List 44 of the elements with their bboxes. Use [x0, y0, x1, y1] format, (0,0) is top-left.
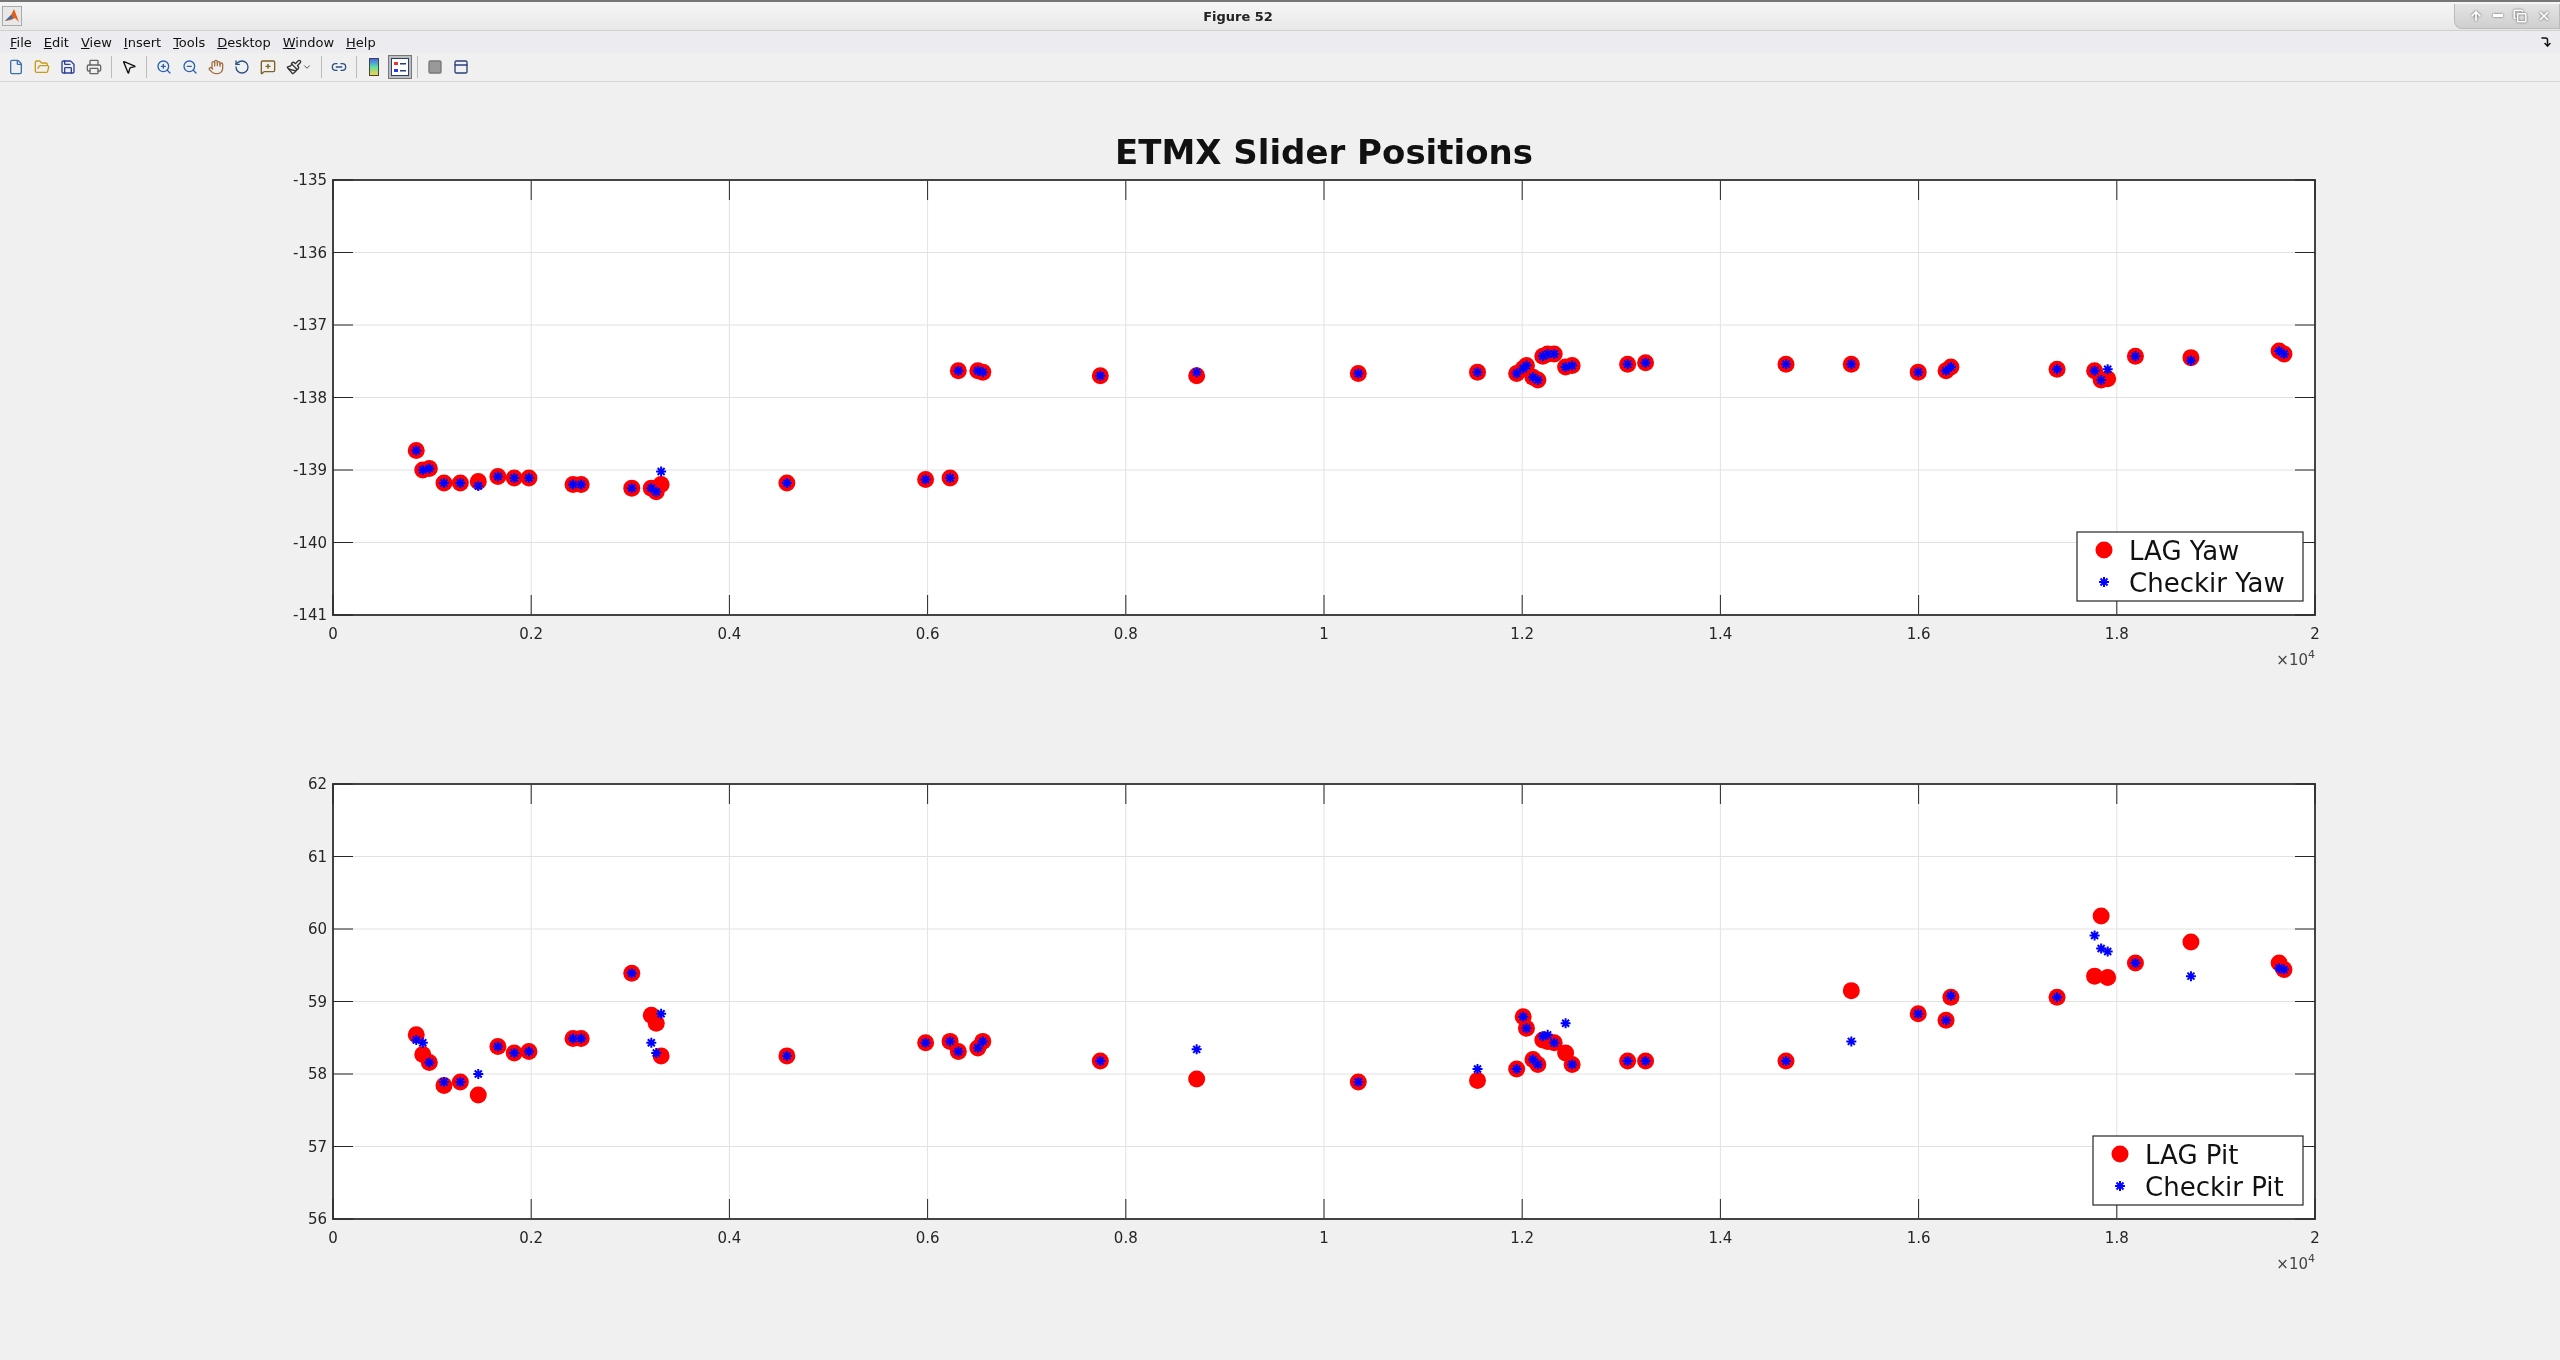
tick-label: 60: [307, 920, 327, 938]
tick-label: 62: [307, 775, 327, 793]
tick-label: 1: [1319, 625, 1329, 643]
tick-label: -140: [292, 533, 327, 552]
tick-label: 2: [2310, 625, 2320, 643]
tick-label: 1.4: [1708, 625, 1733, 643]
tick-label: 1: [1319, 1229, 1329, 1247]
tick-label: -141: [292, 606, 327, 624]
axis-multiplier: ×10$^{4}$: [2276, 648, 2315, 669]
window-title: Figure 52: [1202, 8, 1274, 24]
tick-label: 61: [307, 847, 327, 866]
tick-label: 1.8: [2104, 625, 2129, 643]
tick-label: 56: [307, 1210, 327, 1228]
legend-label: Checkir Yaw: [2129, 568, 2285, 598]
tick-label: 0.4: [717, 625, 742, 643]
tick-label: 1.6: [1906, 1229, 1931, 1247]
tick-label: 0.6: [915, 1229, 940, 1247]
tick-label: 0.2: [519, 1229, 544, 1247]
tick-label: 1.2: [1510, 1229, 1535, 1247]
chart-title: ETMX Slider Positions: [1115, 132, 1533, 172]
tick-label: -136: [292, 243, 327, 262]
tick-label: 0.4: [717, 1229, 742, 1247]
tick-label: 1.6: [1906, 625, 1931, 643]
tick-label: 59: [307, 992, 327, 1011]
tick-label: 0: [328, 625, 338, 643]
tick-label: -139: [292, 461, 327, 479]
tick-label: -137: [292, 316, 327, 334]
tick-label: 0: [328, 1229, 338, 1247]
tick-label: 2: [2310, 1229, 2320, 1247]
legend-label: LAG Pit: [2145, 1140, 2239, 1170]
tick-label: 0.2: [519, 625, 544, 643]
tick-label: 0.8: [1113, 1229, 1138, 1247]
legend-label: LAG Yaw: [2129, 536, 2240, 566]
tick-label: 1.2: [1510, 625, 1535, 643]
tick-label: -138: [292, 388, 327, 407]
tick-label: 0.8: [1113, 625, 1138, 643]
tick-label: -135: [292, 171, 327, 189]
tick-label: 1.4: [1708, 1229, 1733, 1247]
tick-label: 57: [307, 1137, 327, 1156]
tick-label: 1.8: [2104, 1229, 2129, 1247]
tick-label: 58: [307, 1065, 327, 1083]
legend-label: Checkir Pit: [2145, 1172, 2284, 1202]
axis-multiplier: ×10$^{4}$: [2276, 1252, 2315, 1273]
tick-label: 0.6: [915, 625, 940, 643]
